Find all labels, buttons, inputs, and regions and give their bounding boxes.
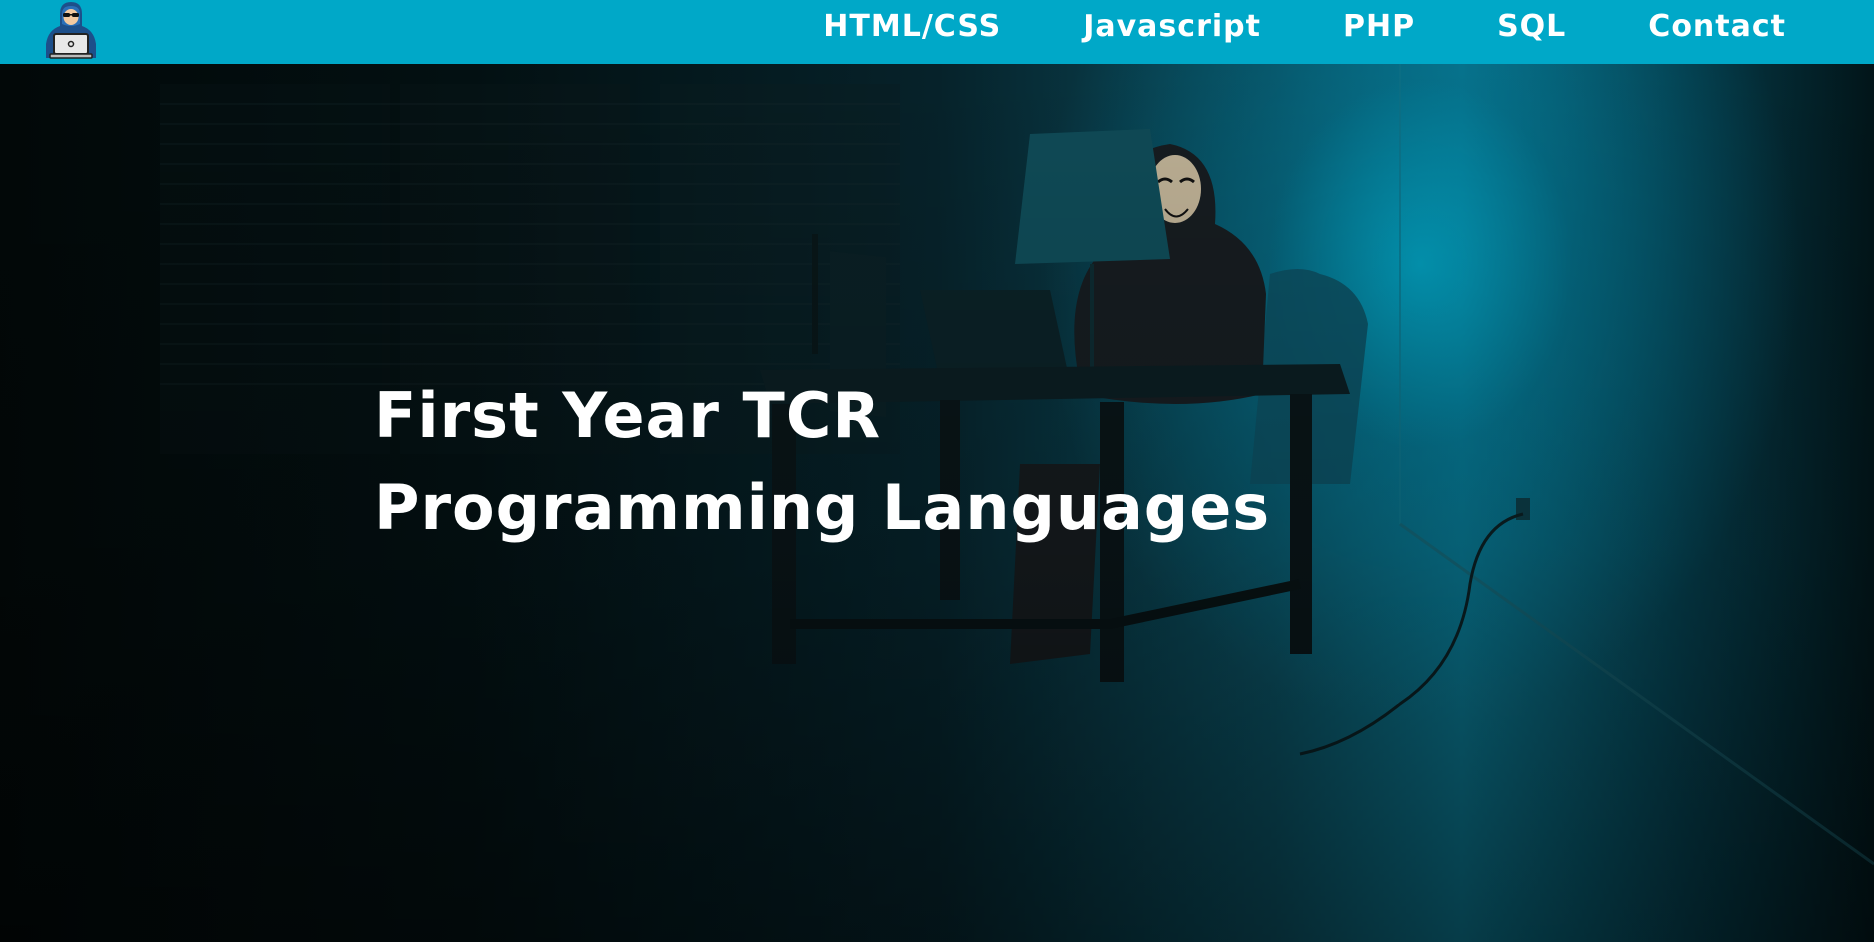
main-navigation: HTML/CSS Javascript PHP SQL Contact [823, 0, 1874, 52]
nav-link-php[interactable]: PHP [1343, 9, 1415, 44]
hero-title-line-1: First Year TCR [374, 379, 882, 452]
site-logo[interactable] [36, 0, 106, 60]
hero-title-line-2: Programming Languages [374, 471, 1271, 544]
hacker-with-laptop-icon [46, 2, 96, 59]
hero-title: First Year TCR Programming Languages [374, 370, 1270, 554]
hero-section: First Year TCR Programming Languages [0, 64, 1874, 942]
navbar: HTML/CSS Javascript PHP SQL Contact [0, 0, 1874, 64]
nav-link-sql[interactable]: SQL [1497, 9, 1566, 44]
nav-link-javascript[interactable]: Javascript [1083, 9, 1261, 44]
nav-link-html-css[interactable]: HTML/CSS [823, 9, 1001, 44]
page: HTML/CSS Javascript PHP SQL Contact Firs… [0, 0, 1874, 942]
nav-link-contact[interactable]: Contact [1648, 9, 1786, 44]
